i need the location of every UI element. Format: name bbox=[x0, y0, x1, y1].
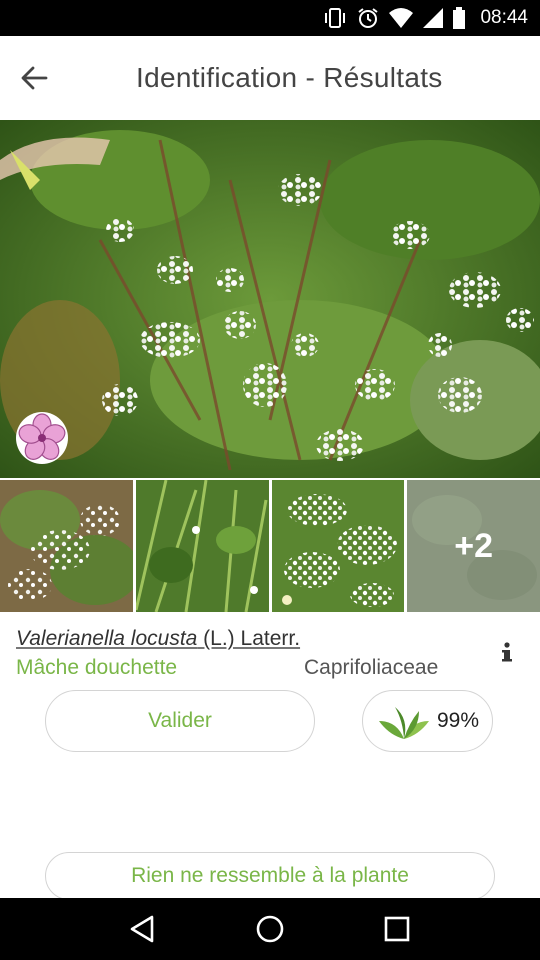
status-bar: 08:44 bbox=[0, 0, 540, 36]
vibrate-icon bbox=[325, 8, 346, 28]
recents-square-icon bbox=[384, 916, 409, 942]
wifi-icon bbox=[389, 8, 414, 28]
battery-icon bbox=[453, 7, 466, 29]
validate-button[interactable]: Valider bbox=[45, 690, 315, 752]
signal-icon bbox=[423, 8, 444, 28]
alarm-icon bbox=[358, 8, 379, 28]
nav-home-button[interactable] bbox=[250, 909, 290, 949]
flower-icon[interactable] bbox=[14, 410, 70, 466]
nav-recents-button[interactable] bbox=[377, 909, 417, 949]
home-circle-icon bbox=[256, 915, 284, 943]
family-name: Caprifoliaceae bbox=[304, 656, 439, 679]
thumbnail-3[interactable] bbox=[271, 480, 405, 612]
page-title: Identification - Résultats bbox=[136, 62, 443, 93]
status-time: 08:44 bbox=[480, 7, 528, 28]
species-author: (L.) Laterr. bbox=[197, 627, 301, 650]
status-icons: 08:44 bbox=[322, 0, 528, 36]
leaves-icon bbox=[379, 707, 429, 739]
more-photos-count: +2 bbox=[407, 480, 540, 612]
system-nav-bar bbox=[0, 898, 540, 960]
common-name: Mâche douchette bbox=[16, 656, 178, 679]
thumbnail-2[interactable] bbox=[135, 480, 269, 612]
nav-back-button[interactable] bbox=[123, 909, 163, 949]
back-triangle-icon bbox=[131, 915, 154, 943]
scientific-name: Valerianella locusta bbox=[16, 627, 198, 650]
arrow-left-icon bbox=[21, 66, 48, 90]
score-value: 99% bbox=[437, 709, 480, 732]
thumbnail-1[interactable] bbox=[0, 480, 133, 612]
plant-photo-image bbox=[0, 120, 540, 478]
no-match-button[interactable]: Rien ne ressemble à la plante bbox=[45, 852, 495, 900]
score-badge[interactable]: 99% bbox=[362, 690, 493, 752]
app-bar: Identification - Résultats bbox=[0, 36, 540, 120]
thumbnail-strip: +2 bbox=[0, 480, 540, 612]
main-plant-photo[interactable] bbox=[0, 120, 540, 478]
thumbnail-more[interactable]: +2 bbox=[407, 480, 540, 612]
info-icon[interactable] bbox=[498, 640, 516, 664]
back-button[interactable] bbox=[14, 58, 54, 98]
species-name[interactable]: Valerianella locusta (L.) Laterr. bbox=[16, 627, 300, 651]
